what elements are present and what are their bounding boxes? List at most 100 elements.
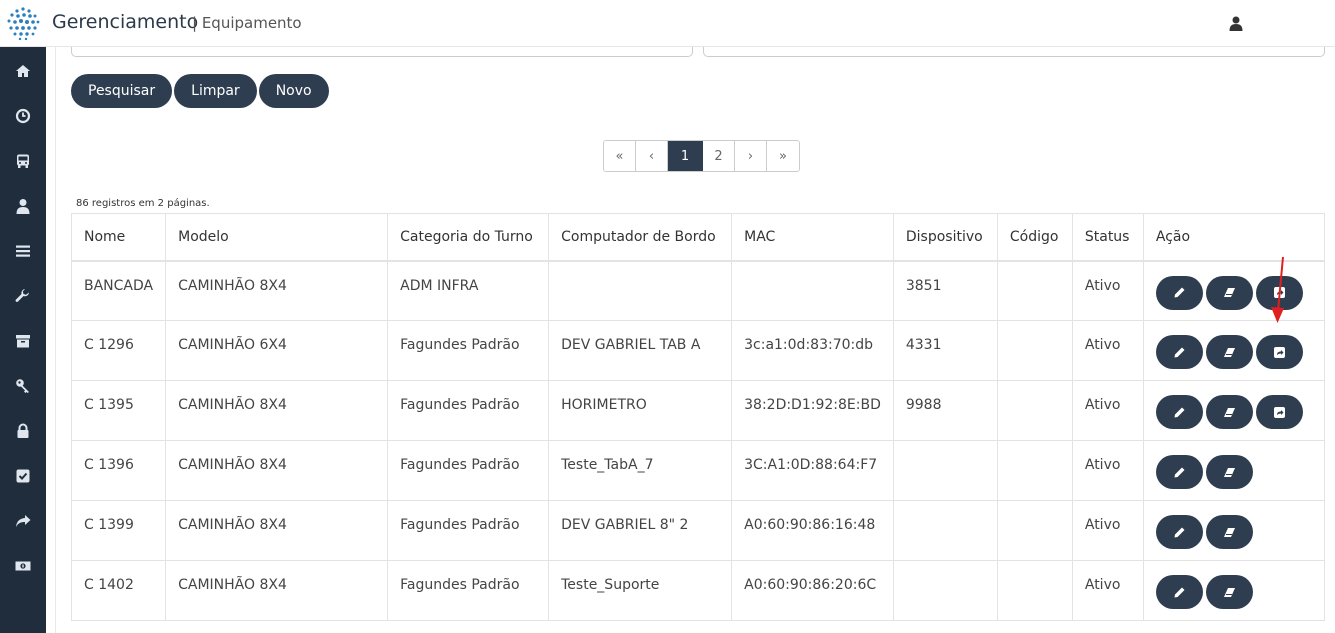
table-row: C 1396 CAMINHÃO 8X4 Fagundes Padrão Teste_T… xyxy=(70,440,1326,501)
cell-dispositivo: 3851 xyxy=(892,260,998,321)
archive-icon[interactable] xyxy=(0,326,46,356)
pencil-icon xyxy=(1173,526,1186,539)
cell-categoria: Fagundes Padrão xyxy=(387,560,550,621)
column-header-codigo[interactable]: Código xyxy=(996,213,1073,262)
pencil-icon xyxy=(1173,406,1186,419)
cell-computador: Teste_TabA_7 xyxy=(548,440,733,501)
bus-icon[interactable] xyxy=(0,146,46,176)
table-row: BANCADA CAMINHÃO 8X4 ADM INFRA 3851 Ativo xyxy=(70,260,1326,321)
cell-nome: C 1402 xyxy=(70,560,167,621)
column-header-status[interactable]: Status xyxy=(1071,213,1144,262)
edit-button[interactable] xyxy=(1155,515,1203,549)
edit-button[interactable] xyxy=(1155,455,1203,489)
cell-mac: 3c:a1:0d:83:70:db xyxy=(731,320,894,381)
cell-nome: C 1296 xyxy=(70,320,167,381)
cell-modelo: CAMINHÃO 8X4 xyxy=(165,560,389,621)
erase-button[interactable] xyxy=(1205,515,1253,549)
erase-button[interactable] xyxy=(1205,335,1253,369)
edit-button[interactable] xyxy=(1155,275,1203,310)
column-header-mac[interactable]: MAC xyxy=(731,213,894,262)
column-header-dispositivo[interactable]: Dispositivo xyxy=(892,213,998,262)
filter-input-left[interactable] xyxy=(71,47,693,57)
cell-mac: 38:2D:D1:92:8E:BD xyxy=(731,380,894,441)
eraser-icon xyxy=(1223,466,1236,479)
record-count: 86 registros em 2 páginas. xyxy=(76,198,210,209)
money-icon[interactable] xyxy=(0,551,46,581)
main-content: Pesquisar Limpar Novo « ‹ 1 2 › » 86 reg… xyxy=(55,47,1335,633)
cell-codigo xyxy=(996,560,1073,621)
page-next-button[interactable]: › xyxy=(735,141,767,171)
action-buttons: Pesquisar Limpar Novo xyxy=(71,74,331,108)
column-header-nome[interactable]: Nome xyxy=(70,213,167,262)
share-button[interactable] xyxy=(1255,395,1303,429)
user-icon[interactable] xyxy=(0,191,46,221)
eraser-icon xyxy=(1223,346,1236,359)
cell-dispositivo: 4331 xyxy=(892,320,998,381)
erase-button[interactable] xyxy=(1205,395,1253,429)
page-last-button[interactable]: » xyxy=(767,141,799,171)
cell-modelo: CAMINHÃO 6X4 xyxy=(165,320,389,381)
pencil-icon xyxy=(1173,586,1186,599)
edit-button[interactable] xyxy=(1155,395,1203,429)
sidebar xyxy=(0,47,46,633)
page-1-button[interactable]: 1 xyxy=(668,141,703,171)
erase-button[interactable] xyxy=(1205,455,1253,489)
cell-computador xyxy=(548,260,733,321)
share-icon[interactable] xyxy=(0,506,46,536)
erase-button[interactable] xyxy=(1205,575,1253,609)
share-square-icon xyxy=(1273,346,1286,359)
new-button[interactable]: Novo xyxy=(258,74,329,108)
equipment-table: Nome Modelo Categoria do Turno Computado… xyxy=(70,213,1326,621)
cell-modelo: CAMINHÃO 8X4 xyxy=(165,260,389,321)
cell-acao xyxy=(1142,380,1326,441)
app-title: Gerenciamento xyxy=(52,11,199,33)
cell-codigo xyxy=(996,260,1073,321)
cell-mac: A0:60:90:86:16:48 xyxy=(731,500,894,561)
cell-acao xyxy=(1142,440,1326,501)
table-body: BANCADA CAMINHÃO 8X4 ADM INFRA 3851 Ativo C 1… xyxy=(70,260,1326,621)
cell-mac: 3C:A1:0D:88:64:F7 xyxy=(731,440,894,501)
cell-modelo: CAMINHÃO 8X4 xyxy=(165,440,389,501)
lock-icon[interactable] xyxy=(0,416,46,446)
cell-status: Ativo xyxy=(1071,560,1144,621)
column-header-modelo[interactable]: Modelo xyxy=(165,213,389,262)
search-button[interactable]: Pesquisar xyxy=(71,74,173,108)
share-button[interactable] xyxy=(1255,335,1303,369)
page-first-button[interactable]: « xyxy=(604,141,636,171)
cell-categoria: Fagundes Padrão xyxy=(387,320,550,381)
top-bar: Gerenciamento | Equipamento xyxy=(0,0,1335,47)
wrench-icon[interactable] xyxy=(0,281,46,311)
pencil-icon xyxy=(1173,466,1186,479)
filter-input-right[interactable] xyxy=(703,47,1325,57)
cell-categoria: Fagundes Padrão xyxy=(387,440,550,501)
user-menu-icon[interactable] xyxy=(1229,16,1243,31)
list-icon[interactable] xyxy=(0,236,46,266)
edit-button[interactable] xyxy=(1155,335,1203,369)
eraser-icon xyxy=(1223,586,1236,599)
column-header-acao: Ação xyxy=(1142,213,1326,262)
table-row: C 1296 CAMINHÃO 6X4 Fagundes Padrão DEV GAB… xyxy=(70,320,1326,381)
clear-button[interactable]: Limpar xyxy=(174,74,257,108)
cell-status: Ativo xyxy=(1071,260,1144,321)
table-row: C 1402 CAMINHÃO 8X4 Fagundes Padrão Teste_S… xyxy=(70,560,1326,621)
share-button[interactable] xyxy=(1255,275,1303,310)
column-header-categoria[interactable]: Categoria do Turno xyxy=(387,213,550,262)
pencil-icon xyxy=(1173,346,1186,359)
cell-nome: C 1396 xyxy=(70,440,167,501)
cell-computador: HORIMETRO xyxy=(548,380,733,441)
check-square-icon[interactable] xyxy=(0,461,46,491)
erase-button[interactable] xyxy=(1205,275,1253,310)
cell-mac: A0:60:90:86:20:6C xyxy=(731,560,894,621)
cell-mac xyxy=(731,260,894,321)
cell-nome: C 1399 xyxy=(70,500,167,561)
key-icon[interactable] xyxy=(0,371,46,401)
page-prev-button[interactable]: ‹ xyxy=(636,141,668,171)
edit-button[interactable] xyxy=(1155,575,1203,609)
column-header-computador[interactable]: Computador de Bordo xyxy=(548,213,733,262)
logo-icon xyxy=(7,7,40,40)
pencil-icon xyxy=(1173,286,1186,299)
page-2-button[interactable]: 2 xyxy=(703,141,735,171)
clock-icon[interactable] xyxy=(0,101,46,131)
cell-acao xyxy=(1142,260,1326,321)
home-icon[interactable] xyxy=(0,56,46,86)
